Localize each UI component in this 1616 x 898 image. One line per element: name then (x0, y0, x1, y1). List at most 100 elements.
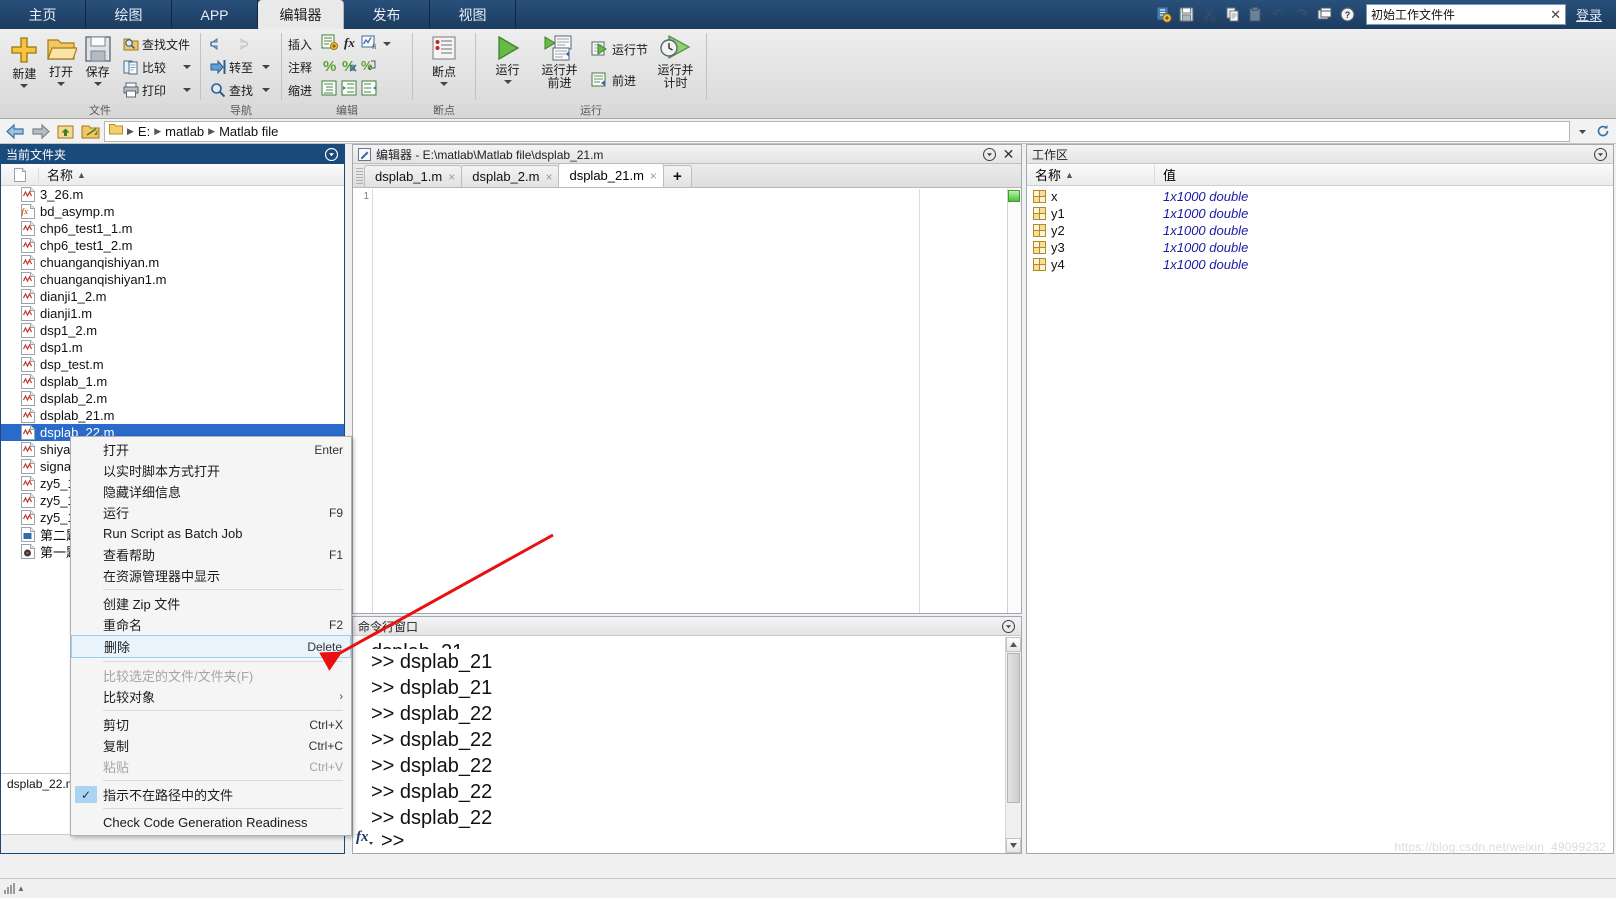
workspace-name-column-header[interactable]: 名称 ▲ (1027, 165, 1155, 184)
breadcrumb[interactable]: ▶ E: ▶ matlab ▶ Matlab file (104, 120, 1570, 142)
context-menu-item[interactable]: 打开 Enter (71, 439, 351, 460)
context-menu-item[interactable]: ✓ 指示不在路径中的文件 (71, 784, 351, 805)
find-files-button[interactable]: 查找文件 (120, 33, 194, 55)
file-list-item[interactable]: dsplab_2.m (1, 390, 344, 407)
signin-link[interactable]: 登录 (1568, 5, 1610, 24)
file-list-item[interactable]: dsp_test.m (1, 356, 344, 373)
breakpoints-button[interactable]: 断点 (422, 32, 466, 86)
browse-folder-icon[interactable] (79, 121, 101, 142)
file-list-item[interactable]: chp6_test1_2.m (1, 237, 344, 254)
wrap-comment-icon[interactable]: % (361, 57, 378, 77)
command-window-body[interactable]: dsplab_21 >> dsplab_21 >> dsplab_21 >> dspl… (353, 637, 1021, 853)
context-menu-item[interactable]: Run Script as Batch Job (71, 523, 351, 544)
scroll-down-icon[interactable] (1006, 838, 1021, 853)
file-list-item[interactable]: 3_26.m (1, 186, 344, 203)
open-button[interactable]: 打开 (43, 32, 80, 86)
context-menu-item[interactable]: 隐藏详细信息 (71, 481, 351, 502)
workspace-value-column-header[interactable]: 值 (1155, 165, 1613, 184)
search-input[interactable]: 初始工作文件件 ✕ (1365, 4, 1566, 25)
chevron-down-icon[interactable] (262, 65, 271, 69)
workspace-variable-row[interactable]: y3 1x1000 double (1027, 239, 1613, 256)
context-menu-item[interactable]: 比较对象 › (71, 686, 351, 707)
file-list-item[interactable]: chuanganqishiyan.m (1, 254, 344, 271)
ribbon-tab-view[interactable]: 视图 (430, 0, 516, 29)
context-menu-item[interactable]: 复制 Ctrl+C (71, 735, 351, 756)
ribbon-tab-apps[interactable]: APP (172, 0, 258, 29)
run-and-advance-button[interactable]: 运行并 前进 (533, 32, 586, 90)
save-button[interactable]: 保存 (79, 32, 116, 86)
save-icon[interactable] (1176, 4, 1197, 25)
context-menu-item[interactable]: 删除 Delete (71, 635, 351, 658)
context-menu-item[interactable]: 重命名 F2 (71, 614, 351, 635)
file-context-menu[interactable]: 打开 Enter 以实时脚本方式打开 隐藏详细信息 运行 F9 Run Script as … (70, 436, 352, 836)
workspace-variable-row[interactable]: y1 1x1000 double (1027, 205, 1613, 222)
insert-function-icon[interactable]: fx (341, 34, 358, 54)
chevron-down-icon[interactable] (182, 65, 191, 69)
uncomment-icon[interactable]: % (341, 57, 358, 77)
run-button[interactable]: 运行 (482, 32, 533, 84)
file-list-item[interactable]: dsplab_1.m (1, 373, 344, 390)
clear-search-icon[interactable]: ✕ (1544, 7, 1561, 23)
file-list-item[interactable]: fx bd_asymp.m (1, 203, 344, 220)
new-script-icon[interactable] (1153, 4, 1174, 25)
workspace-variable-row[interactable]: y2 1x1000 double (1027, 222, 1613, 239)
scrollbar-thumb[interactable] (1007, 653, 1020, 803)
file-list-item[interactable]: chuanganqishiyan1.m (1, 271, 344, 288)
close-icon[interactable]: × (448, 170, 455, 184)
close-icon[interactable]: × (545, 170, 552, 184)
file-list-item[interactable]: dsp1_2.m (1, 322, 344, 339)
ribbon-tab-publish[interactable]: 发布 (344, 0, 430, 29)
file-name-column-header[interactable]: 名称 ▲ (39, 165, 86, 184)
layout-icon[interactable] (1314, 4, 1335, 25)
editor-tab-dsplab_2[interactable]: dsplab_2.m × (461, 165, 560, 187)
context-menu-item[interactable]: 查看帮助 F1 (71, 544, 351, 565)
close-icon[interactable]: × (650, 169, 657, 183)
breadcrumb-item-matlabfile[interactable]: Matlab file (219, 124, 278, 139)
context-menu-item[interactable]: 运行 F9 (71, 502, 351, 523)
new-tab-button[interactable]: + (662, 165, 692, 187)
panel-options-icon[interactable] (1001, 619, 1016, 634)
indent-left-icon[interactable] (361, 80, 378, 100)
comment-icon[interactable]: % (321, 57, 338, 77)
panel-options-icon[interactable] (324, 147, 339, 162)
editor-tab-dsplab_1[interactable]: dsplab_1.m × (364, 165, 463, 187)
file-list-item[interactable]: dianji1_2.m (1, 288, 344, 305)
ribbon-tab-editor[interactable]: 编辑器 (258, 0, 344, 29)
chevron-down-icon[interactable] (383, 42, 391, 46)
chevron-up-icon[interactable]: ▲ (17, 884, 25, 893)
scroll-up-icon[interactable] (1006, 637, 1021, 652)
file-list-item[interactable]: dsp1.m (1, 339, 344, 356)
context-menu-item[interactable]: Check Code Generation Readiness (71, 812, 351, 833)
workspace-variable-list[interactable]: x 1x1000 double y1 1x1000 double y2 1x1000 do… (1027, 186, 1613, 273)
status-grip-icon[interactable] (4, 883, 15, 894)
breadcrumb-item-drive[interactable]: E: (138, 124, 150, 139)
context-menu-item[interactable]: 剪切 Ctrl+X (71, 714, 351, 735)
find-button[interactable]: 查找 (207, 79, 273, 101)
close-icon[interactable]: ✕ (1001, 146, 1016, 162)
ribbon-tab-home[interactable]: 主页 (0, 0, 86, 29)
chevron-down-icon[interactable] (20, 84, 29, 88)
editor-tab-dsplab_21[interactable]: dsplab_21.m × (558, 163, 664, 187)
chevron-down-icon[interactable] (182, 88, 191, 92)
chevron-down-icon[interactable] (503, 80, 512, 84)
file-list-item[interactable]: chp6_test1_1.m (1, 220, 344, 237)
ribbon-tab-plots[interactable]: 绘图 (86, 0, 172, 29)
smart-indent-icon[interactable] (321, 80, 338, 100)
file-list-item[interactable]: dsplab_21.m (1, 407, 344, 424)
chevron-down-icon[interactable] (262, 88, 271, 92)
context-menu-item[interactable]: 创建 Zip 文件 (71, 593, 351, 614)
back-arrow-icon[interactable] (4, 121, 26, 142)
refresh-icon[interactable] (1594, 121, 1612, 142)
help-icon[interactable]: ? (1337, 4, 1358, 25)
run-and-time-button[interactable]: 运行并 计时 (651, 32, 700, 90)
code-analyzer-strip[interactable] (1007, 189, 1021, 613)
code-analyzer-ok-indicator[interactable] (1008, 190, 1020, 202)
context-menu-item[interactable]: 以实时脚本方式打开 (71, 460, 351, 481)
chevron-down-icon[interactable] (440, 82, 448, 86)
advance-button[interactable]: 前进 (588, 69, 651, 91)
print-button[interactable]: 打印 (120, 79, 194, 101)
copy-icon[interactable] (1222, 4, 1243, 25)
tabbar-gripper[interactable] (355, 165, 364, 187)
fx-icon[interactable]: fx (355, 826, 377, 851)
compare-button[interactable]: 比较 (120, 56, 194, 78)
